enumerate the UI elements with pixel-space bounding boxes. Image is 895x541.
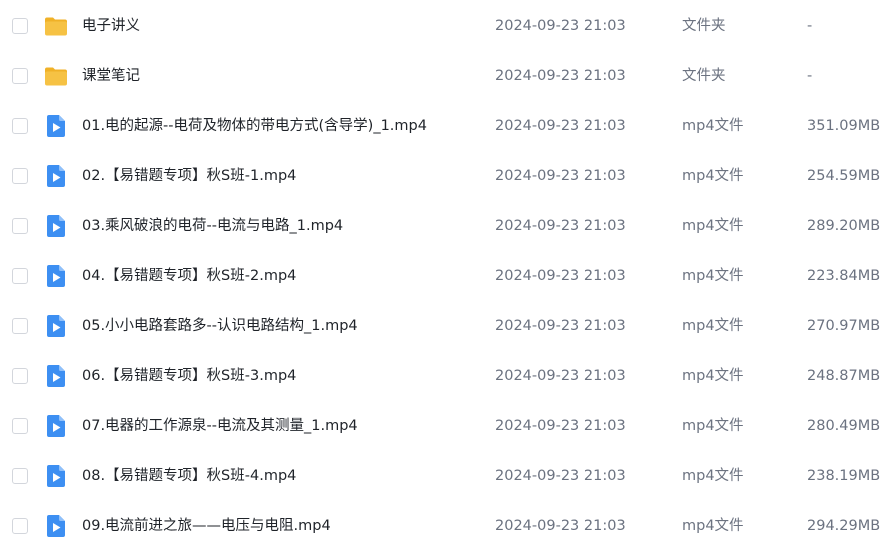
file-name[interactable]: 09.电流前进之旅——电压与电阻.mp4 bbox=[82, 501, 331, 541]
video-file-icon bbox=[44, 414, 68, 438]
video-file-icon bbox=[44, 264, 68, 288]
file-size: 254.59MB bbox=[807, 168, 881, 184]
folder-icon bbox=[44, 14, 68, 38]
file-date: 2024-09-23 21:03 bbox=[495, 18, 626, 34]
file-size: 294.29MB bbox=[807, 518, 881, 534]
file-row[interactable]: 09.电流前进之旅——电压与电阻.mp4 2024-09-23 21:03 mp… bbox=[0, 501, 895, 541]
file-name[interactable]: 03.乘风破浪的电荷--电流与电路_1.mp4 bbox=[82, 201, 343, 251]
row-checkbox[interactable] bbox=[12, 218, 28, 234]
row-checkbox[interactable] bbox=[12, 368, 28, 384]
video-file-icon bbox=[44, 464, 68, 488]
file-type: mp4文件 bbox=[682, 268, 744, 284]
file-row[interactable]: 08.【易错题专项】秋S班-4.mp4 2024-09-23 21:03 mp4… bbox=[0, 451, 895, 501]
file-type: mp4文件 bbox=[682, 368, 744, 384]
file-type: mp4文件 bbox=[682, 518, 744, 534]
video-file-icon bbox=[44, 214, 68, 238]
file-name[interactable]: 02.【易错题专项】秋S班-1.mp4 bbox=[82, 151, 296, 201]
folder-icon bbox=[44, 64, 68, 88]
file-name[interactable]: 电子讲义 bbox=[82, 1, 140, 51]
file-date: 2024-09-23 21:03 bbox=[495, 468, 626, 484]
file-size: 223.84MB bbox=[807, 268, 881, 284]
file-name[interactable]: 04.【易错题专项】秋S班-2.mp4 bbox=[82, 251, 296, 301]
file-date: 2024-09-23 21:03 bbox=[495, 118, 626, 134]
file-size: 248.87MB bbox=[807, 368, 881, 384]
file-row[interactable]: 04.【易错题专项】秋S班-2.mp4 2024-09-23 21:03 mp4… bbox=[0, 251, 895, 301]
file-name[interactable]: 08.【易错题专项】秋S班-4.mp4 bbox=[82, 451, 296, 501]
file-row[interactable]: 05.小小电路套路多--认识电路结构_1.mp4 2024-09-23 21:0… bbox=[0, 301, 895, 351]
row-checkbox[interactable] bbox=[12, 268, 28, 284]
file-row[interactable]: 课堂笔记 2024-09-23 21:03 文件夹 - bbox=[0, 51, 895, 101]
row-checkbox[interactable] bbox=[12, 468, 28, 484]
file-name[interactable]: 06.【易错题专项】秋S班-3.mp4 bbox=[82, 351, 296, 401]
row-checkbox[interactable] bbox=[12, 168, 28, 184]
file-name[interactable]: 07.电器的工作源泉--电流及其测量_1.mp4 bbox=[82, 401, 358, 451]
file-row[interactable]: 06.【易错题专项】秋S班-3.mp4 2024-09-23 21:03 mp4… bbox=[0, 351, 895, 401]
file-size: 289.20MB bbox=[807, 218, 881, 234]
row-checkbox[interactable] bbox=[12, 18, 28, 34]
file-type: mp4文件 bbox=[682, 218, 744, 234]
file-type: 文件夹 bbox=[682, 18, 726, 34]
row-checkbox[interactable] bbox=[12, 118, 28, 134]
file-size: 351.09MB bbox=[807, 118, 881, 134]
file-row[interactable]: 07.电器的工作源泉--电流及其测量_1.mp4 2024-09-23 21:0… bbox=[0, 401, 895, 451]
file-row[interactable]: 02.【易错题专项】秋S班-1.mp4 2024-09-23 21:03 mp4… bbox=[0, 151, 895, 201]
file-type: mp4文件 bbox=[682, 468, 744, 484]
file-type: mp4文件 bbox=[682, 118, 744, 134]
file-date: 2024-09-23 21:03 bbox=[495, 218, 626, 234]
row-checkbox[interactable] bbox=[12, 68, 28, 84]
file-row[interactable]: 01.电的起源--电荷及物体的带电方式(含导学)_1.mp4 2024-09-2… bbox=[0, 101, 895, 151]
file-size: 238.19MB bbox=[807, 468, 881, 484]
file-date: 2024-09-23 21:03 bbox=[495, 318, 626, 334]
file-date: 2024-09-23 21:03 bbox=[495, 268, 626, 284]
file-size: - bbox=[807, 18, 813, 34]
video-file-icon bbox=[44, 514, 68, 538]
file-type: 文件夹 bbox=[682, 68, 726, 84]
file-date: 2024-09-23 21:03 bbox=[495, 518, 626, 534]
file-type: mp4文件 bbox=[682, 318, 744, 334]
file-date: 2024-09-23 21:03 bbox=[495, 418, 626, 434]
video-file-icon bbox=[44, 164, 68, 188]
row-checkbox[interactable] bbox=[12, 418, 28, 434]
file-size: 280.49MB bbox=[807, 418, 881, 434]
file-name[interactable]: 课堂笔记 bbox=[82, 51, 140, 101]
row-checkbox[interactable] bbox=[12, 318, 28, 334]
file-row[interactable]: 电子讲义 2024-09-23 21:03 文件夹 - bbox=[0, 1, 895, 51]
file-name[interactable]: 01.电的起源--电荷及物体的带电方式(含导学)_1.mp4 bbox=[82, 101, 427, 151]
file-list: 电子讲义 2024-09-23 21:03 文件夹 - 课堂笔记 2024-09… bbox=[0, 0, 895, 541]
file-type: mp4文件 bbox=[682, 168, 744, 184]
file-size: - bbox=[807, 68, 813, 84]
video-file-icon bbox=[44, 314, 68, 338]
file-date: 2024-09-23 21:03 bbox=[495, 368, 626, 384]
video-file-icon bbox=[44, 114, 68, 138]
file-row[interactable]: 03.乘风破浪的电荷--电流与电路_1.mp4 2024-09-23 21:03… bbox=[0, 201, 895, 251]
file-type: mp4文件 bbox=[682, 418, 744, 434]
file-name[interactable]: 05.小小电路套路多--认识电路结构_1.mp4 bbox=[82, 301, 358, 351]
row-checkbox[interactable] bbox=[12, 518, 28, 534]
file-date: 2024-09-23 21:03 bbox=[495, 168, 626, 184]
file-date: 2024-09-23 21:03 bbox=[495, 68, 626, 84]
file-size: 270.97MB bbox=[807, 318, 881, 334]
video-file-icon bbox=[44, 364, 68, 388]
